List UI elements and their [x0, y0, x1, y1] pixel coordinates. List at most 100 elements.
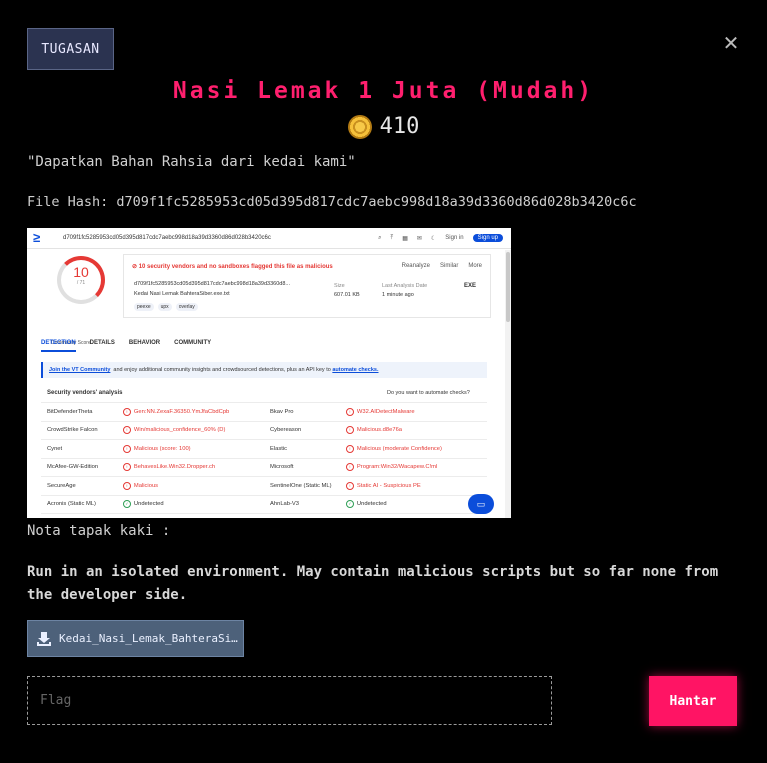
vendor-result-text: Undetected — [356, 501, 387, 508]
check-icon: ✓ — [345, 500, 354, 509]
vendor-result-text: Malicious — [133, 482, 159, 489]
vendor-name: Cybereason — [270, 427, 302, 434]
join-community-banner: Join the VT Community and enjoy additiona… — [41, 362, 487, 378]
score-total: / 71 — [76, 280, 86, 286]
download-file-button[interactable]: Kedai_Nasi_Lemak_BahteraSi… — [27, 620, 244, 657]
vendor-result-text: W32.AIDetectMalware — [356, 408, 415, 415]
alert-icon: ! — [122, 463, 131, 472]
vt-search-text: d709f1fc5285953cd05d395d817cdc7aebc998d1… — [63, 235, 271, 241]
tab-community: COMMUNITY — [174, 340, 212, 346]
file-summary-panel: ⊘ 10 security vendors and no sandboxes f… — [123, 254, 491, 318]
vendor-result: ! Program:Win32/Wacapew.C!ml — [345, 463, 487, 472]
grid-icon: ▦ — [402, 235, 408, 242]
vendor-name: McAfee-GW-Edition — [47, 464, 99, 471]
close-icon[interactable]: ✕ — [722, 33, 740, 53]
flag-input[interactable] — [27, 676, 552, 725]
vendor-name: Cynet — [47, 445, 63, 452]
vendor-name: Bkav Pro — [270, 408, 294, 415]
tugasan-tab-button[interactable]: TUGASAN — [27, 28, 114, 70]
download-icon — [37, 631, 51, 646]
file-name: Kedai Nasi Lemak BahteraSiber.exe.txt — [134, 291, 230, 297]
vendor-row: McAfee-GW-Edition ! BehavesLike.Win32.Drop… — [41, 457, 487, 477]
screenshot-scrollbar — [505, 250, 511, 518]
vendor-row: Cynet! Malicious (score: 100) Elastic! Mali… — [41, 439, 487, 458]
vendor-result: ! Static AI - Suspicious PE — [345, 481, 487, 490]
vendor-name: CrowdStrike Falcon — [47, 427, 98, 434]
file-tag: overlay — [175, 303, 198, 311]
notification-icon: ✉ — [416, 235, 422, 242]
file-size: Size 607.01 KB — [334, 283, 360, 298]
virustotal-screenshot: ≥ d709f1fc5285953cd05d395d817cdc7aebc998… — [27, 228, 511, 518]
alert-icon: ! — [345, 426, 354, 435]
vendor-result-text: Undetected — [133, 501, 164, 508]
vt-topbar: ≥ d709f1fc5285953cd05d395d817cdc7aebc998… — [27, 228, 511, 249]
similar-label: Similar — [439, 263, 459, 269]
alert-icon: ! — [122, 481, 131, 490]
vendor-result: ! W32.AIDetectMalware — [345, 407, 487, 416]
vendor-name: Elastic — [270, 445, 288, 452]
vendor-result-text: Malicious.d8e76a — [356, 427, 403, 434]
alert-icon: ! — [122, 407, 131, 416]
check-icon: ✓ — [122, 500, 131, 509]
file-hash-short: d709f1fc5285953cd05d395d817cdc7aebc998d1… — [134, 281, 290, 287]
vendor-result-text: Gen:NN.ZexaF.36350.YmJfaCbdCpb — [133, 408, 230, 415]
upload-icon: ⤒ — [390, 234, 394, 241]
exe-file-icon: EXE — [463, 283, 476, 289]
vt-tabs: DETECTION DETAILS BEHAVIOR COMMUNITY — [41, 340, 211, 352]
alert-icon: ! — [345, 407, 354, 416]
submit-button[interactable]: Hantar — [649, 676, 737, 726]
malicious-alert: ⊘ 10 security vendors and no sandboxes f… — [132, 264, 333, 270]
challenge-title: Nasi Lemak 1 Juta (Mudah) — [172, 78, 595, 104]
vendor-result-text: Malicious (score: 100) — [133, 445, 191, 452]
vendor-result-text: Malicious (moderate Confidence) — [356, 445, 442, 452]
vendor-name: Acronis (Static ML) — [47, 501, 96, 508]
vt-sign-in: Sign in — [445, 235, 464, 241]
vt-topbar-actions: ⌕ ⤒ ▦ ✉ ☾ Sign in Sign up — [378, 234, 511, 242]
alert-icon: ! — [122, 426, 131, 435]
more-label: More — [468, 263, 482, 269]
vt-sign-up: Sign up — [472, 234, 503, 242]
search-icon: ⌕ — [378, 234, 382, 241]
points-display: 410 — [0, 114, 767, 139]
vendor-row: Alibaba✓UndetectedALYac✓Undetected — [41, 513, 487, 518]
vendor-result-text: Static AI - Suspicious PE — [356, 482, 421, 489]
file-tags: peexe upx overlay — [134, 303, 198, 311]
vendor-result: ! Malicious.d8e76a — [345, 426, 487, 435]
detection-score: 10 / 71 Community Score — [41, 254, 127, 346]
vendor-name: SecureAge — [47, 482, 76, 489]
vendor-result-text: Win/malicious_confidence_60% (D) — [133, 427, 226, 434]
challenge-description: "Dapatkan Bahan Rahsia dari kedai kami" — [27, 154, 356, 170]
vendor-result: ! Win/malicious_confidence_60% (D) — [122, 426, 264, 435]
vendor-name: AhnLab-V3 — [270, 501, 300, 508]
alert-icon: ! — [345, 481, 354, 490]
vendor-result: ! Gen:NN.ZexaF.36350.YmJfaCbdCpb — [122, 407, 264, 416]
alert-icon: ! — [345, 444, 354, 453]
tab-detection: DETECTION — [41, 340, 76, 352]
vendor-row: CrowdStrike Falcon! Win/malicious_confide… — [41, 420, 487, 440]
footnote-label: Nota tapak kaki : — [27, 523, 171, 539]
vendor-result: ✓ Undetected — [345, 500, 487, 509]
points-value: 410 — [379, 114, 420, 139]
reanalyze-label: Reanalyze — [401, 263, 430, 269]
file-tag: peexe — [134, 303, 154, 311]
panel-actions: Reanalyze Similar More — [402, 263, 482, 269]
alert-icon: ! — [345, 463, 354, 472]
vendors-table: BitDefenderTheta! Gen:NN.ZexaF.36350.YmJf… — [41, 402, 487, 518]
tab-details: DETAILS — [89, 340, 115, 346]
vendor-result: ! Malicious (moderate Confidence) — [345, 444, 487, 453]
score-number: 10 — [73, 264, 89, 280]
vendor-result: ! Malicious — [122, 481, 264, 490]
vendor-row: BitDefenderTheta! Gen:NN.ZexaF.36350.YmJf… — [41, 402, 487, 421]
vendor-result: ! BehavesLike.Win32.Dropper.ch — [122, 463, 264, 472]
vendor-result-text: Program:Win32/Wacapew.C!ml — [356, 464, 438, 471]
file-tag: upx — [157, 303, 172, 311]
theme-icon: ☾ — [430, 235, 437, 242]
alert-icon: ! — [122, 444, 131, 453]
chat-icon: ▭ — [468, 494, 494, 514]
vendor-row: SecureAge! Malicious SentinelOne (Static M… — [41, 476, 487, 495]
vendor-row: Acronis (Static ML) ✓ Undetected AhnLab-V3 ✓… — [41, 494, 487, 514]
vendor-result: ! Malicious (score: 100) — [122, 444, 264, 453]
file-hash: File Hash: d709f1fc5285953cd05d395d817cd… — [27, 194, 637, 210]
vendor-name: BitDefenderTheta — [47, 408, 93, 415]
vendors-analysis-title: Security vendors' analysis — [47, 390, 123, 396]
